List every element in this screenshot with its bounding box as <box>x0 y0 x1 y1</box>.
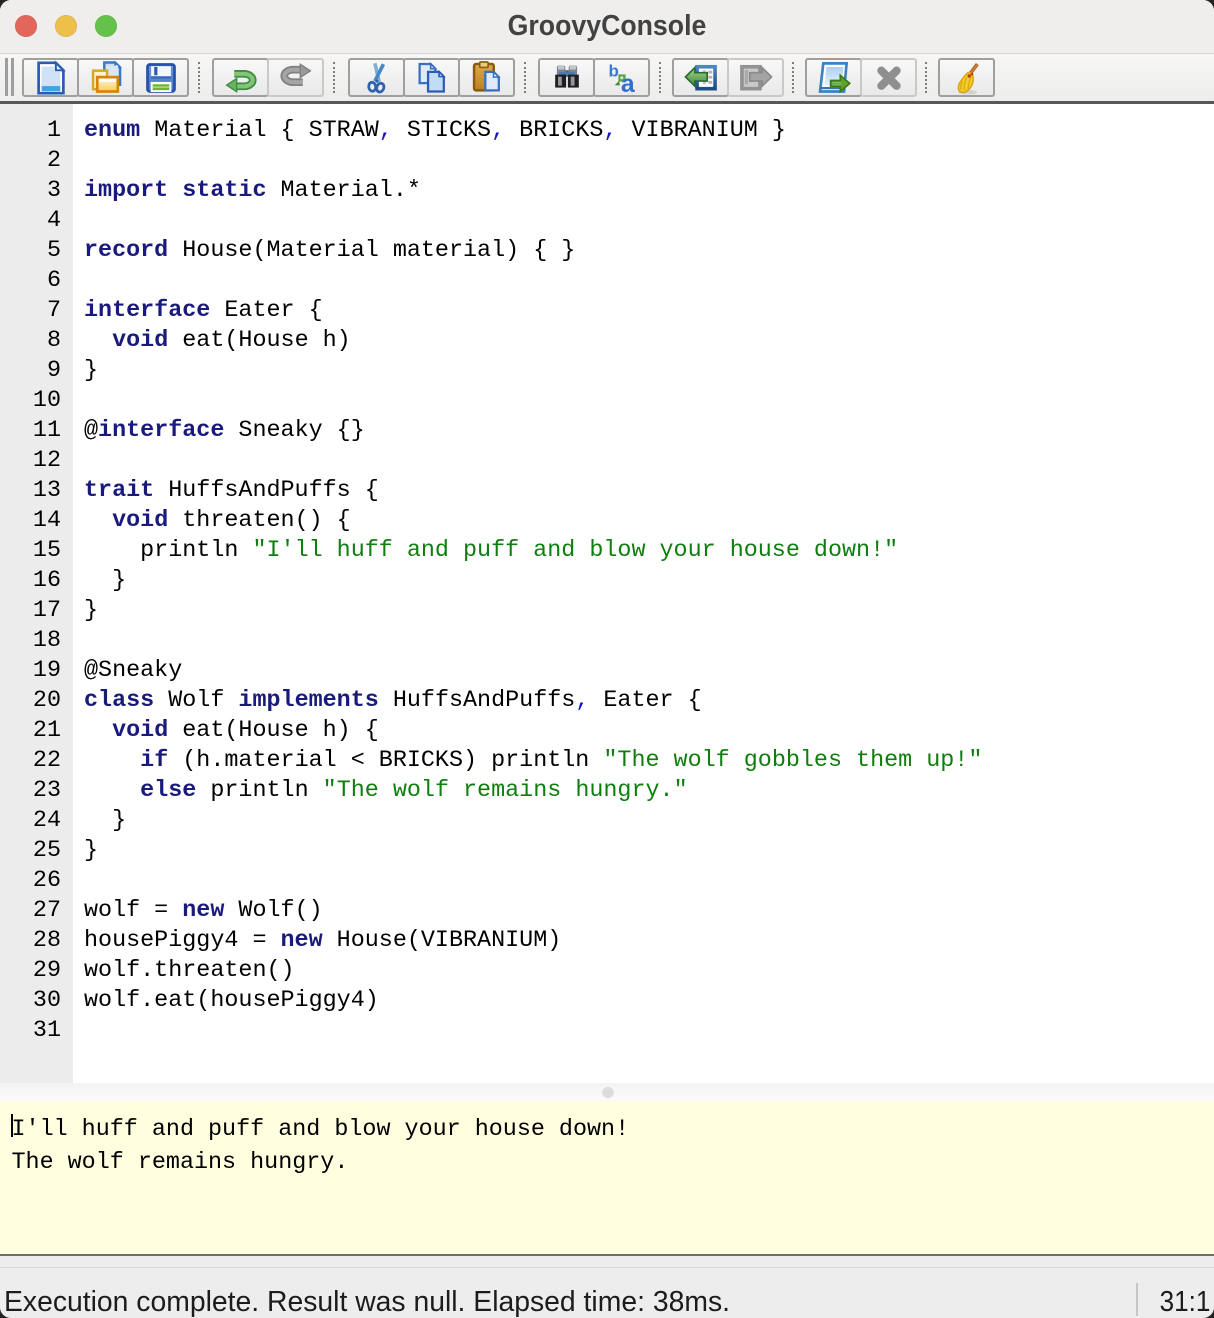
svg-text:b: b <box>608 61 618 80</box>
svg-text:a: a <box>620 71 634 96</box>
